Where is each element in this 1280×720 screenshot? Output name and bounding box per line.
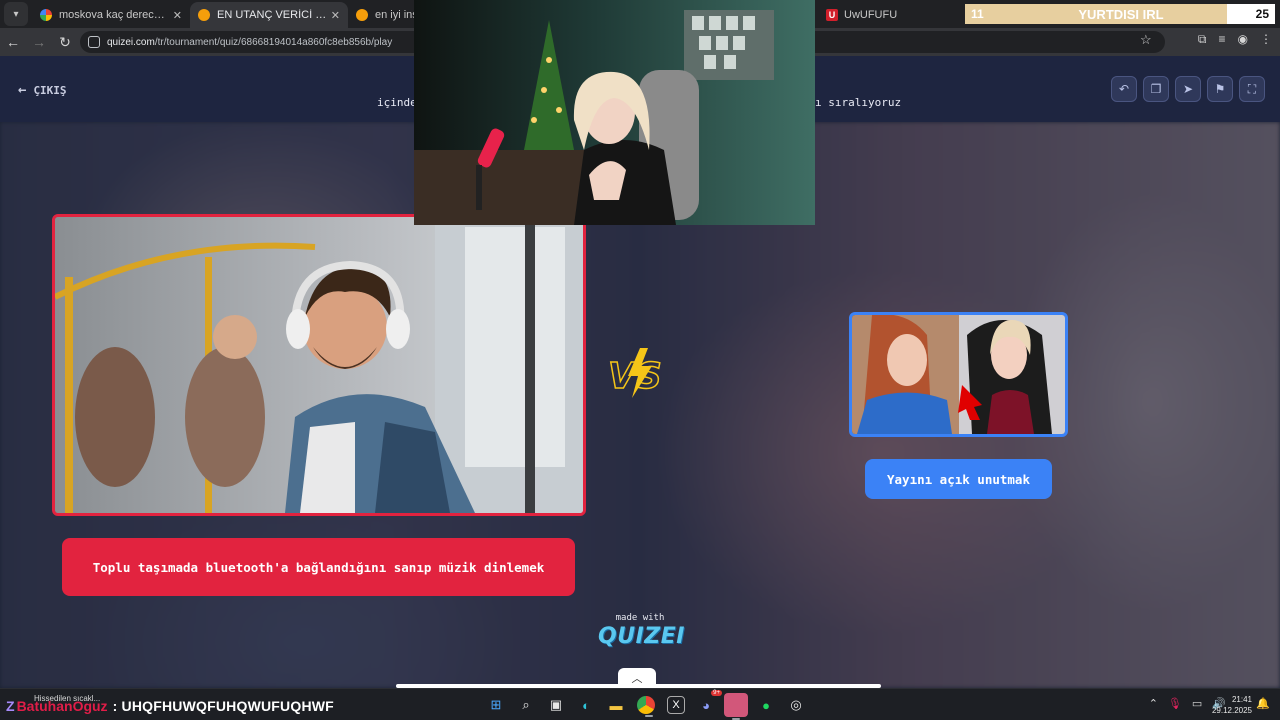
stream-overlay-widget: 11 YURTDISI IRL 25 <box>965 4 1275 24</box>
copy-icon[interactable]: ❐ <box>1143 76 1169 102</box>
discord-badge: 9+ <box>711 690 722 696</box>
stream-chat-overlay: Z BatuhanOguz : UHQFHUWQFUHQWUFUQHWF <box>6 698 334 714</box>
clock-time: 21:41 <box>1231 695 1252 704</box>
fullscreen-icon[interactable]: ⛶ <box>1239 76 1265 102</box>
chrome-icon[interactable] <box>637 696 655 717</box>
edge-browser-icon[interactable]: ◐ <box>574 693 598 717</box>
forward-arrow-icon[interactable]: → <box>26 29 52 55</box>
discord-icon[interactable]: ◕ 9+ <box>694 690 722 717</box>
undo-icon[interactable]: ↶ <box>1111 76 1137 102</box>
site-info-icon[interactable] <box>88 36 100 48</box>
windows-taskbar: Hissedilen sıcakl... Z BatuhanOguz : UHQ… <box>0 688 1280 720</box>
bookmark-star-icon[interactable]: ☆ <box>1140 32 1152 48</box>
chat-badge-icon: Z <box>6 698 15 714</box>
extensions-icon[interactable]: ⧉ <box>1198 32 1207 47</box>
uwufufu-favicon-icon: U <box>826 9 838 21</box>
flag-report-icon[interactable]: ⚑ <box>1207 76 1233 102</box>
browser-tab-active[interactable]: EN UTANÇ VERİCİ DURUMLAR ✕ <box>190 2 348 28</box>
clock-date: 29.12.2025 <box>1211 706 1252 715</box>
quiz-title-part: içinde <box>377 96 417 109</box>
streamer-webcam-overlay <box>414 0 815 225</box>
close-tab-icon[interactable]: ✕ <box>173 9 182 22</box>
tab-search-button[interactable]: ▾ <box>4 2 28 26</box>
exit-button[interactable]: ← ÇIKIŞ <box>18 82 67 98</box>
url-path: /tr/tournament/quiz/68668194014a860fc8eb… <box>154 36 393 48</box>
obs-record-icon[interactable]: ◎ <box>784 693 808 717</box>
quiz-favicon-icon <box>356 9 368 21</box>
task-view-icon[interactable]: ▣ <box>544 693 568 717</box>
exit-label: ÇIKIŞ <box>33 83 67 97</box>
file-explorer-icon[interactable]: ▬ <box>604 693 628 717</box>
chat-message: : UHQFHUWQFUHQWUFUQHWF <box>112 698 334 714</box>
quiz-favicon-icon <box>198 9 210 21</box>
made-with-badge[interactable]: made with QUIZEI <box>598 613 685 649</box>
chat-username: BatuhanOguz <box>16 698 108 714</box>
left-option-image-card[interactable] <box>52 214 586 516</box>
menu-dots-icon[interactable]: ⋮ <box>1260 32 1272 47</box>
browser-tab-google[interactable]: moskova kaç derece - Google'da ✕ <box>32 2 190 28</box>
quizei-logo: QUIZEI <box>598 624 685 649</box>
tab-title: UwUFUFU <box>844 9 898 21</box>
overlay-right-value: 25 <box>1227 4 1275 24</box>
left-option-button[interactable]: Toplu taşımada bluetooth'a bağlandığını … <box>62 538 575 596</box>
share-send-icon[interactable]: ➤ <box>1175 76 1201 102</box>
system-clock[interactable]: 21:41 29.12.2025 <box>1212 694 1252 716</box>
profile-avatar-icon[interactable]: ◉ <box>1238 32 1248 47</box>
windows-start-icon[interactable]: ⊞ <box>484 693 508 717</box>
streamer-photo <box>852 315 1065 434</box>
search-icon[interactable]: ⌕ <box>514 693 538 717</box>
versus-lightning-icon: VS <box>607 348 663 398</box>
streaming-app-icon[interactable] <box>724 693 748 720</box>
reload-icon[interactable]: ↻ <box>52 29 78 55</box>
right-option-image-card[interactable] <box>849 312 1068 437</box>
url-host: quizei.com <box>107 36 155 48</box>
tray-chevron-up-icon[interactable]: ⌃ <box>1149 697 1158 710</box>
browser-tab-uwufufu[interactable]: U UwUFUFU <box>818 2 905 28</box>
x-app-icon[interactable]: X <box>667 696 685 714</box>
overlay-title: YURTDISI IRL <box>1078 6 1164 22</box>
network-icon[interactable]: ▭ <box>1192 697 1202 710</box>
arrow-left-icon: ← <box>18 82 27 98</box>
microphone-icon[interactable]: 🎙 <box>1168 697 1182 710</box>
right-option-button[interactable]: Yayını açık unutmak <box>865 459 1052 499</box>
bus-passenger-photo <box>55 217 583 513</box>
tab-title: EN UTANÇ VERİCİ DURUMLAR <box>217 9 327 21</box>
google-favicon-icon <box>40 9 52 21</box>
back-arrow-icon[interactable]: ← <box>0 29 26 55</box>
reading-list-icon[interactable]: ≡ <box>1219 32 1226 47</box>
tab-title: moskova kaç derece - Google'da <box>59 9 169 21</box>
spotify-icon[interactable]: ● <box>754 693 778 717</box>
quiz-title-part: ı sıralıyoruz <box>815 96 902 109</box>
webcam-feed <box>414 0 815 225</box>
overlay-left-value: 11 <box>971 7 984 21</box>
made-with-label: made with <box>615 613 665 623</box>
notification-bell-icon[interactable]: 🔔 <box>1256 697 1270 710</box>
close-tab-icon[interactable]: ✕ <box>331 9 340 22</box>
